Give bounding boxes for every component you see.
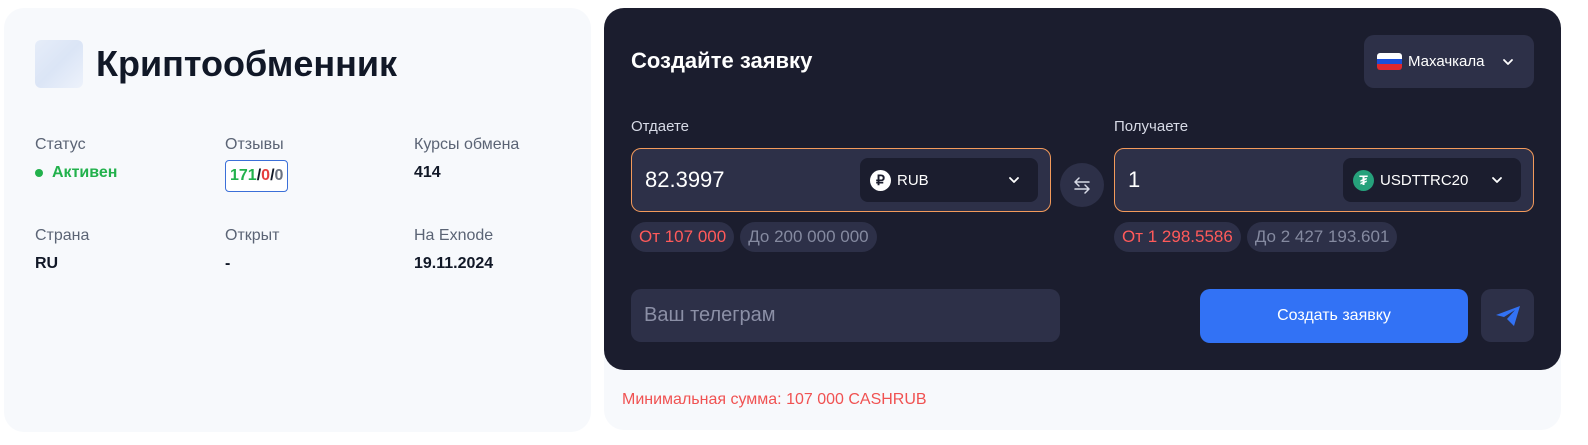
- rates-label: Курсы обмена: [414, 136, 520, 153]
- city-select[interactable]: Махачкала: [1364, 35, 1534, 88]
- reviews-block: Отзывы 171 / 0 / 0: [225, 136, 289, 192]
- ruble-icon: ₽: [870, 169, 891, 191]
- receive-max-chip[interactable]: До 2 427 193.601: [1246, 222, 1398, 252]
- reviews-label: Отзывы: [225, 136, 284, 153]
- exchanger-logo: [35, 40, 83, 88]
- exnode-value: 19.11.2024: [414, 255, 494, 272]
- give-label: Отдаете: [631, 118, 690, 135]
- give-currency-code: RUB: [897, 171, 929, 189]
- receive-currency-code: USDTTRC20: [1380, 171, 1469, 189]
- exnode-label: На Exnode: [414, 227, 494, 244]
- rates-block: Курсы обмена 414: [414, 136, 519, 182]
- status-dot-icon: [35, 169, 43, 177]
- form-title: Создайте заявку: [631, 48, 813, 73]
- country-value: RU: [35, 255, 59, 272]
- give-amount-box: ₽ RUB: [631, 148, 1051, 212]
- status-value: Активен: [35, 164, 117, 182]
- telegram-input[interactable]: [631, 289, 1060, 342]
- give-max-chip[interactable]: До 200 000 000: [740, 222, 877, 252]
- reviews-positive: 171: [230, 167, 257, 184]
- give-amount-input[interactable]: [645, 162, 845, 198]
- tether-icon: ₮: [1353, 169, 1374, 191]
- city-name: Махачкала: [1408, 53, 1485, 70]
- give-limits: От 107 000 До 200 000 000: [631, 222, 883, 252]
- telegram-send-button[interactable]: [1481, 289, 1534, 342]
- opened-block: Открыт -: [225, 227, 280, 273]
- exnode-date-block: На Exnode 19.11.2024: [414, 227, 493, 273]
- give-min-chip[interactable]: От 107 000: [631, 222, 735, 252]
- opened-label: Открыт: [225, 227, 280, 244]
- chevron-down-icon: [1502, 58, 1513, 65]
- receive-amount-box: ₮ USDTTRC20: [1114, 148, 1534, 212]
- russia-flag-icon: [1377, 53, 1402, 70]
- opened-value: -: [225, 255, 231, 272]
- reviews-neutral: 0: [274, 167, 284, 184]
- receive-min-chip[interactable]: От 1 298.5586: [1114, 222, 1241, 252]
- min-sum-note: Минимальная сумма: 107 000 CASHRUB: [622, 391, 927, 408]
- swap-currencies-button[interactable]: [1060, 163, 1104, 207]
- swap-arrows-icon: [1074, 177, 1090, 194]
- status-block: Статус Активен: [35, 136, 117, 182]
- chevron-down-icon: [1009, 177, 1019, 183]
- exchanger-info-card: Криптообменник Статус Активен Отзывы 171…: [4, 8, 591, 432]
- give-currency-select[interactable]: ₽ RUB: [860, 158, 1038, 202]
- receive-label: Получаете: [1114, 118, 1189, 135]
- country-block: Страна RU: [35, 227, 89, 273]
- status-text: Активен: [52, 164, 118, 181]
- paper-plane-icon: [1495, 305, 1520, 326]
- exchanger-title: Криптообменник: [96, 43, 398, 84]
- status-label: Статус: [35, 136, 86, 153]
- create-order-button[interactable]: Создать заявку: [1200, 289, 1468, 343]
- country-label: Страна: [35, 227, 90, 244]
- receive-currency-select[interactable]: ₮ USDTTRC20: [1343, 158, 1521, 202]
- exchange-form-card: Создайте заявку Махачкала Отдаете ₽ RUB: [604, 8, 1561, 370]
- rates-value: 414: [414, 164, 441, 181]
- reviews-negative: 0: [261, 167, 271, 184]
- reviews-counter[interactable]: 171 / 0 / 0: [225, 160, 289, 192]
- receive-limits: От 1 298.5586 До 2 427 193.601: [1114, 222, 1403, 252]
- receive-amount-input[interactable]: [1128, 162, 1328, 198]
- chevron-down-icon: [1492, 177, 1502, 183]
